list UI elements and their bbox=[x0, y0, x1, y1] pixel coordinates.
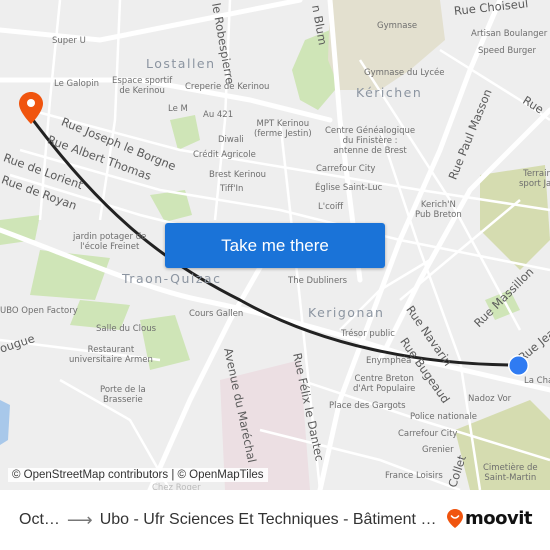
poi-label: Cimetière de Saint-Martin bbox=[483, 463, 538, 483]
poi-label: jardin potager de l'école Freinet bbox=[73, 232, 147, 252]
poi-label: La Cha bbox=[524, 376, 550, 386]
district-label: Lostallen bbox=[146, 56, 216, 71]
poi-label: Terrain sport Jac bbox=[519, 169, 550, 189]
poi-label: Gymnase bbox=[377, 21, 418, 31]
destination-label: Ubo - Ufr Sciences Et Techniques - Bâtim… bbox=[99, 511, 437, 528]
destination-marker-icon[interactable] bbox=[507, 354, 530, 377]
district-label: Kérichen bbox=[356, 85, 423, 100]
take-me-there-button[interactable]: Take me there bbox=[165, 223, 385, 268]
poi-label: France Loisirs bbox=[385, 471, 443, 481]
moovit-pin-icon bbox=[447, 509, 463, 528]
district-label: Traon-Quizac bbox=[122, 271, 222, 286]
poi-label: Super U bbox=[52, 36, 86, 46]
water-area bbox=[0, 400, 10, 445]
map[interactable]: Lostallen Kérichen Traon-Quizac Kerigona… bbox=[0, 0, 550, 490]
poi-label: MPT Kerinou (ferme Jestin) bbox=[254, 119, 312, 139]
poi-label: The Dubliners bbox=[288, 276, 348, 286]
poi-label: Gymnase du Lycée bbox=[364, 68, 445, 78]
origin-label: Oct… bbox=[19, 511, 60, 528]
poi-label: Centre Généalogique du Finistère : anten… bbox=[325, 126, 416, 156]
arrow-right-icon: ⟶ bbox=[66, 509, 93, 530]
park-area bbox=[170, 115, 200, 150]
poi-label: Crédit Agricole bbox=[193, 150, 256, 160]
poi-label: L'coiff bbox=[318, 202, 344, 212]
poi-label: Porte de la Brasserie bbox=[100, 385, 146, 405]
poi-label: Police nationale bbox=[410, 412, 478, 422]
poi-label: Artisan Boulanger bbox=[471, 29, 548, 39]
poi-label: UBO Open Factory bbox=[0, 306, 78, 316]
poi-label: Brest Kerinou bbox=[209, 170, 267, 180]
poi-label: Speed Burger bbox=[478, 46, 537, 56]
poi-label: Au 421 bbox=[203, 110, 234, 120]
moovit-wordmark: moovit bbox=[465, 508, 533, 529]
poi-label: Carrefour City bbox=[398, 429, 458, 439]
district-label: Kerigonan bbox=[308, 305, 385, 320]
poi-label: Place des Gargots bbox=[329, 401, 406, 411]
poi-label: Diwali bbox=[218, 135, 244, 145]
poi-label: Tiff'In bbox=[220, 184, 244, 194]
poi-label: Espace sportif de Kerinou bbox=[112, 76, 173, 96]
poi-label: Église Saint-Luc bbox=[315, 183, 383, 193]
poi-label: Le M bbox=[168, 104, 188, 114]
moovit-logo[interactable]: moovit bbox=[447, 508, 533, 529]
poi-label: Restaurant universitaire Armen bbox=[69, 345, 153, 365]
poi-label: Creperie de Kerinou bbox=[185, 82, 270, 92]
poi-label: Cours Gallen bbox=[189, 309, 244, 319]
poi-label: Salle du Clous bbox=[96, 324, 157, 334]
poi-label: Nadoz Vor bbox=[468, 394, 512, 404]
origin-pin-icon[interactable] bbox=[19, 92, 43, 124]
poi-label: Le Galopin bbox=[54, 79, 100, 89]
poi-label: Carrefour City bbox=[316, 164, 376, 174]
poi-label: Kerich'N Pub Breton bbox=[415, 200, 462, 220]
map-attribution[interactable]: © OpenStreetMap contributors | © OpenMap… bbox=[8, 468, 268, 482]
poi-label: Centre Breton d'Art Populaire bbox=[353, 374, 416, 394]
poi-label: Trésor public bbox=[341, 329, 395, 339]
poi-label: Enymphéa bbox=[366, 356, 412, 366]
poi-label: Grenier bbox=[422, 445, 454, 455]
